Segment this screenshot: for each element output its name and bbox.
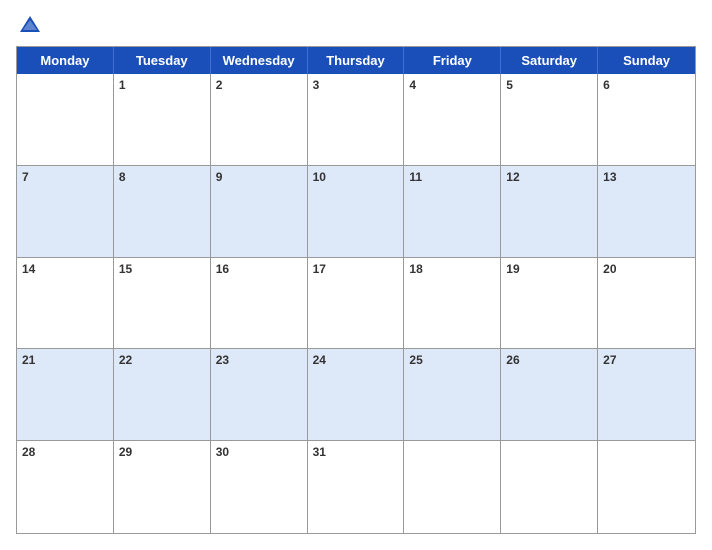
day-number: 22 — [119, 353, 205, 367]
day-header-thursday: Thursday — [308, 47, 405, 74]
day-number: 9 — [216, 170, 302, 184]
logo-icon — [16, 12, 44, 40]
day-cell — [17, 74, 114, 166]
day-cell: 18 — [404, 258, 501, 350]
day-number: 11 — [409, 170, 495, 184]
day-cell: 7 — [17, 166, 114, 258]
days-of-week-row: MondayTuesdayWednesdayThursdayFridaySatu… — [17, 47, 695, 74]
day-cell: 14 — [17, 258, 114, 350]
day-number: 29 — [119, 445, 205, 459]
day-cell: 8 — [114, 166, 211, 258]
weeks-container: 1234567891011121314151617181920212223242… — [17, 74, 695, 533]
day-cell: 4 — [404, 74, 501, 166]
day-number: 3 — [313, 78, 399, 92]
day-number: 26 — [506, 353, 592, 367]
day-cell: 26 — [501, 349, 598, 441]
day-cell: 19 — [501, 258, 598, 350]
week-row-3: 14 15 16 17 18 19 20 — [17, 258, 695, 350]
day-cell: 2 — [211, 74, 308, 166]
day-number: 8 — [119, 170, 205, 184]
day-number: 28 — [22, 445, 108, 459]
day-cell: 10 — [308, 166, 405, 258]
day-number: 16 — [216, 262, 302, 276]
day-number: 19 — [506, 262, 592, 276]
day-cell — [501, 441, 598, 533]
day-number: 23 — [216, 353, 302, 367]
day-cell: 9 — [211, 166, 308, 258]
day-number: 20 — [603, 262, 690, 276]
day-number: 2 — [216, 78, 302, 92]
day-cell: 20 — [598, 258, 695, 350]
logo — [16, 12, 48, 40]
day-cell: 16 — [211, 258, 308, 350]
day-number: 10 — [313, 170, 399, 184]
day-number: 6 — [603, 78, 690, 92]
day-cell: 30 — [211, 441, 308, 533]
day-cell: 5 — [501, 74, 598, 166]
day-number: 17 — [313, 262, 399, 276]
day-cell: 23 — [211, 349, 308, 441]
calendar: MondayTuesdayWednesdayThursdayFridaySatu… — [16, 46, 696, 534]
day-number: 27 — [603, 353, 690, 367]
week-row-4: 21 22 23 24 25 26 27 — [17, 349, 695, 441]
day-number: 15 — [119, 262, 205, 276]
day-number: 30 — [216, 445, 302, 459]
day-cell: 13 — [598, 166, 695, 258]
day-header-monday: Monday — [17, 47, 114, 74]
day-cell: 27 — [598, 349, 695, 441]
day-header-friday: Friday — [404, 47, 501, 74]
week-row-2: 789 10 11 12 13 — [17, 166, 695, 258]
day-number: 13 — [603, 170, 690, 184]
day-header-sunday: Sunday — [598, 47, 695, 74]
day-cell: 28 — [17, 441, 114, 533]
day-cell: 22 — [114, 349, 211, 441]
day-number: 7 — [22, 170, 108, 184]
day-header-wednesday: Wednesday — [211, 47, 308, 74]
day-cell: 31 — [308, 441, 405, 533]
day-number: 31 — [313, 445, 399, 459]
day-number: 14 — [22, 262, 108, 276]
day-cell: 3 — [308, 74, 405, 166]
day-cell — [404, 441, 501, 533]
day-cell: 29 — [114, 441, 211, 533]
day-cell: 12 — [501, 166, 598, 258]
day-number: 1 — [119, 78, 205, 92]
day-number: 25 — [409, 353, 495, 367]
day-cell: 11 — [404, 166, 501, 258]
day-cell: 21 — [17, 349, 114, 441]
week-row-1: 123456 — [17, 74, 695, 166]
day-number: 12 — [506, 170, 592, 184]
day-cell: 1 — [114, 74, 211, 166]
day-header-saturday: Saturday — [501, 47, 598, 74]
day-number: 24 — [313, 353, 399, 367]
day-cell: 17 — [308, 258, 405, 350]
day-number: 5 — [506, 78, 592, 92]
day-cell: 15 — [114, 258, 211, 350]
day-number: 18 — [409, 262, 495, 276]
page-header — [16, 12, 696, 40]
week-row-5: 28 29 30 31 — [17, 441, 695, 533]
day-number: 21 — [22, 353, 108, 367]
day-number: 4 — [409, 78, 495, 92]
day-header-tuesday: Tuesday — [114, 47, 211, 74]
day-cell: 25 — [404, 349, 501, 441]
day-cell: 24 — [308, 349, 405, 441]
day-cell — [598, 441, 695, 533]
day-cell: 6 — [598, 74, 695, 166]
